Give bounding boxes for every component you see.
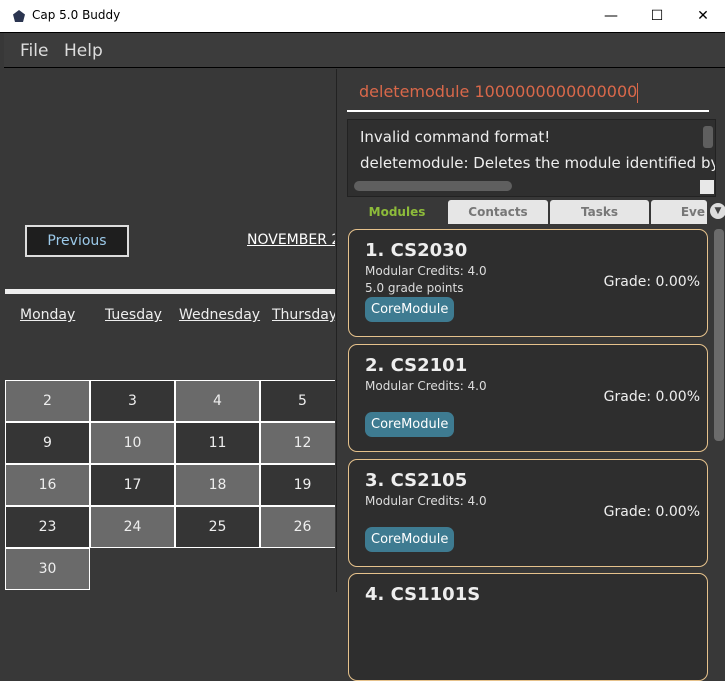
calendar-day-cell[interactable]: 11	[175, 422, 260, 464]
app-icon	[13, 10, 25, 22]
module-tag: CoreModule	[365, 297, 455, 322]
calendar-day-cell[interactable]: 30	[5, 548, 90, 590]
module-grade: Grade: 0.00%	[603, 389, 700, 405]
minimize-button[interactable]: —	[588, 0, 634, 33]
module-grade: Grade: 0.00%	[603, 274, 700, 290]
module-credits: Modular Credits: 4.0	[365, 379, 487, 393]
close-button[interactable]: ✕	[680, 0, 725, 33]
day-header-monday: Monday	[20, 307, 76, 323]
text-caret	[637, 82, 639, 103]
calendar-day-cell[interactable]: 18	[175, 464, 260, 506]
window-title: Cap 5.0 Buddy	[32, 8, 121, 22]
tab-events[interactable]: Eve	[651, 200, 707, 224]
module-card[interactable]: 2. CS2101 Modular Credits: 4.0 Grade: 0.00…	[348, 344, 708, 452]
calendar-day-cell[interactable]: 4	[175, 380, 260, 422]
day-header-tuesday: Tuesday	[105, 307, 162, 323]
menu-help[interactable]: Help	[64, 41, 103, 61]
tab-tasks[interactable]: Tasks	[550, 200, 649, 224]
result-display: Invalid command format! deletemodule: De…	[347, 119, 716, 197]
month-label: NOVEMBER 2	[247, 232, 335, 248]
divider	[5, 289, 335, 294]
calendar-day-cell[interactable]: 26	[260, 506, 335, 548]
command-underline	[347, 110, 709, 112]
title-bar: Cap 5.0 Buddy — ☐ ✕	[0, 0, 725, 33]
horizontal-scrollbar[interactable]	[354, 181, 512, 191]
calendar-day-cell[interactable]: 17	[90, 464, 175, 506]
previous-month-button[interactable]: Previous	[25, 225, 129, 257]
calendar-day-cell[interactable]: 5	[260, 380, 335, 422]
maximize-button[interactable]: ☐	[634, 0, 680, 33]
module-tag: CoreModule	[365, 412, 455, 437]
module-tag: CoreModule	[365, 527, 455, 552]
day-header-thursday: Thursday	[272, 307, 335, 323]
tab-contacts[interactable]: Contacts	[448, 200, 548, 224]
command-text: deletemodule 1000000000000000	[359, 82, 638, 101]
module-title: 2. CS2101	[365, 355, 468, 376]
module-credits: Modular Credits: 4.0	[365, 264, 487, 278]
tab-modules[interactable]: Modules	[347, 200, 447, 224]
module-credits: Modular Credits: 4.0	[365, 494, 487, 508]
vertical-scrollbar[interactable]	[703, 126, 713, 148]
tab-overflow-chevron-icon[interactable]: ▼	[710, 203, 725, 219]
calendar-day-cell[interactable]: 2	[5, 380, 90, 422]
calendar-day-cell[interactable]: 23	[5, 506, 90, 548]
module-card[interactable]: 1. CS2030 Modular Credits: 4.0 5.0 grade p…	[348, 229, 708, 337]
calendar-panel: Previous NOVEMBER 2 Monday Tuesday Wedne…	[5, 69, 335, 592]
menu-bar: File Help	[4, 33, 725, 68]
module-card[interactable]: 4. CS1101S	[348, 573, 708, 681]
calendar-day-cell[interactable]: 25	[175, 506, 260, 548]
module-grade-points: 5.0 grade points	[365, 281, 464, 295]
module-title: 4. CS1101S	[365, 584, 481, 605]
module-title: 1. CS2030	[365, 240, 468, 261]
module-grade: Grade: 0.00%	[603, 504, 700, 520]
calendar-day-cell[interactable]: 10	[90, 422, 175, 464]
day-header-wednesday: Wednesday	[179, 307, 261, 323]
scroll-corner	[700, 180, 714, 194]
command-input[interactable]: deletemodule 1000000000000000	[359, 82, 639, 103]
main-panel: deletemodule 1000000000000000 Invalid co…	[336, 69, 725, 681]
result-line: deletemodule: Deletes the module identif…	[360, 154, 716, 172]
module-card[interactable]: 3. CS2105 Modular Credits: 4.0 Grade: 0.00…	[348, 459, 708, 567]
menu-file[interactable]: File	[20, 41, 48, 61]
calendar-day-cell[interactable]: 9	[5, 422, 90, 464]
calendar-day-cell[interactable]: 12	[260, 422, 335, 464]
calendar-day-cell[interactable]: 16	[5, 464, 90, 506]
calendar-day-cell[interactable]: 19	[260, 464, 335, 506]
calendar-day-cell[interactable]: 24	[90, 506, 175, 548]
result-line: Invalid command format!	[360, 128, 551, 146]
module-title: 3. CS2105	[365, 470, 468, 491]
module-list-scrollbar[interactable]	[714, 229, 724, 441]
calendar-day-cell[interactable]: 3	[90, 380, 175, 422]
